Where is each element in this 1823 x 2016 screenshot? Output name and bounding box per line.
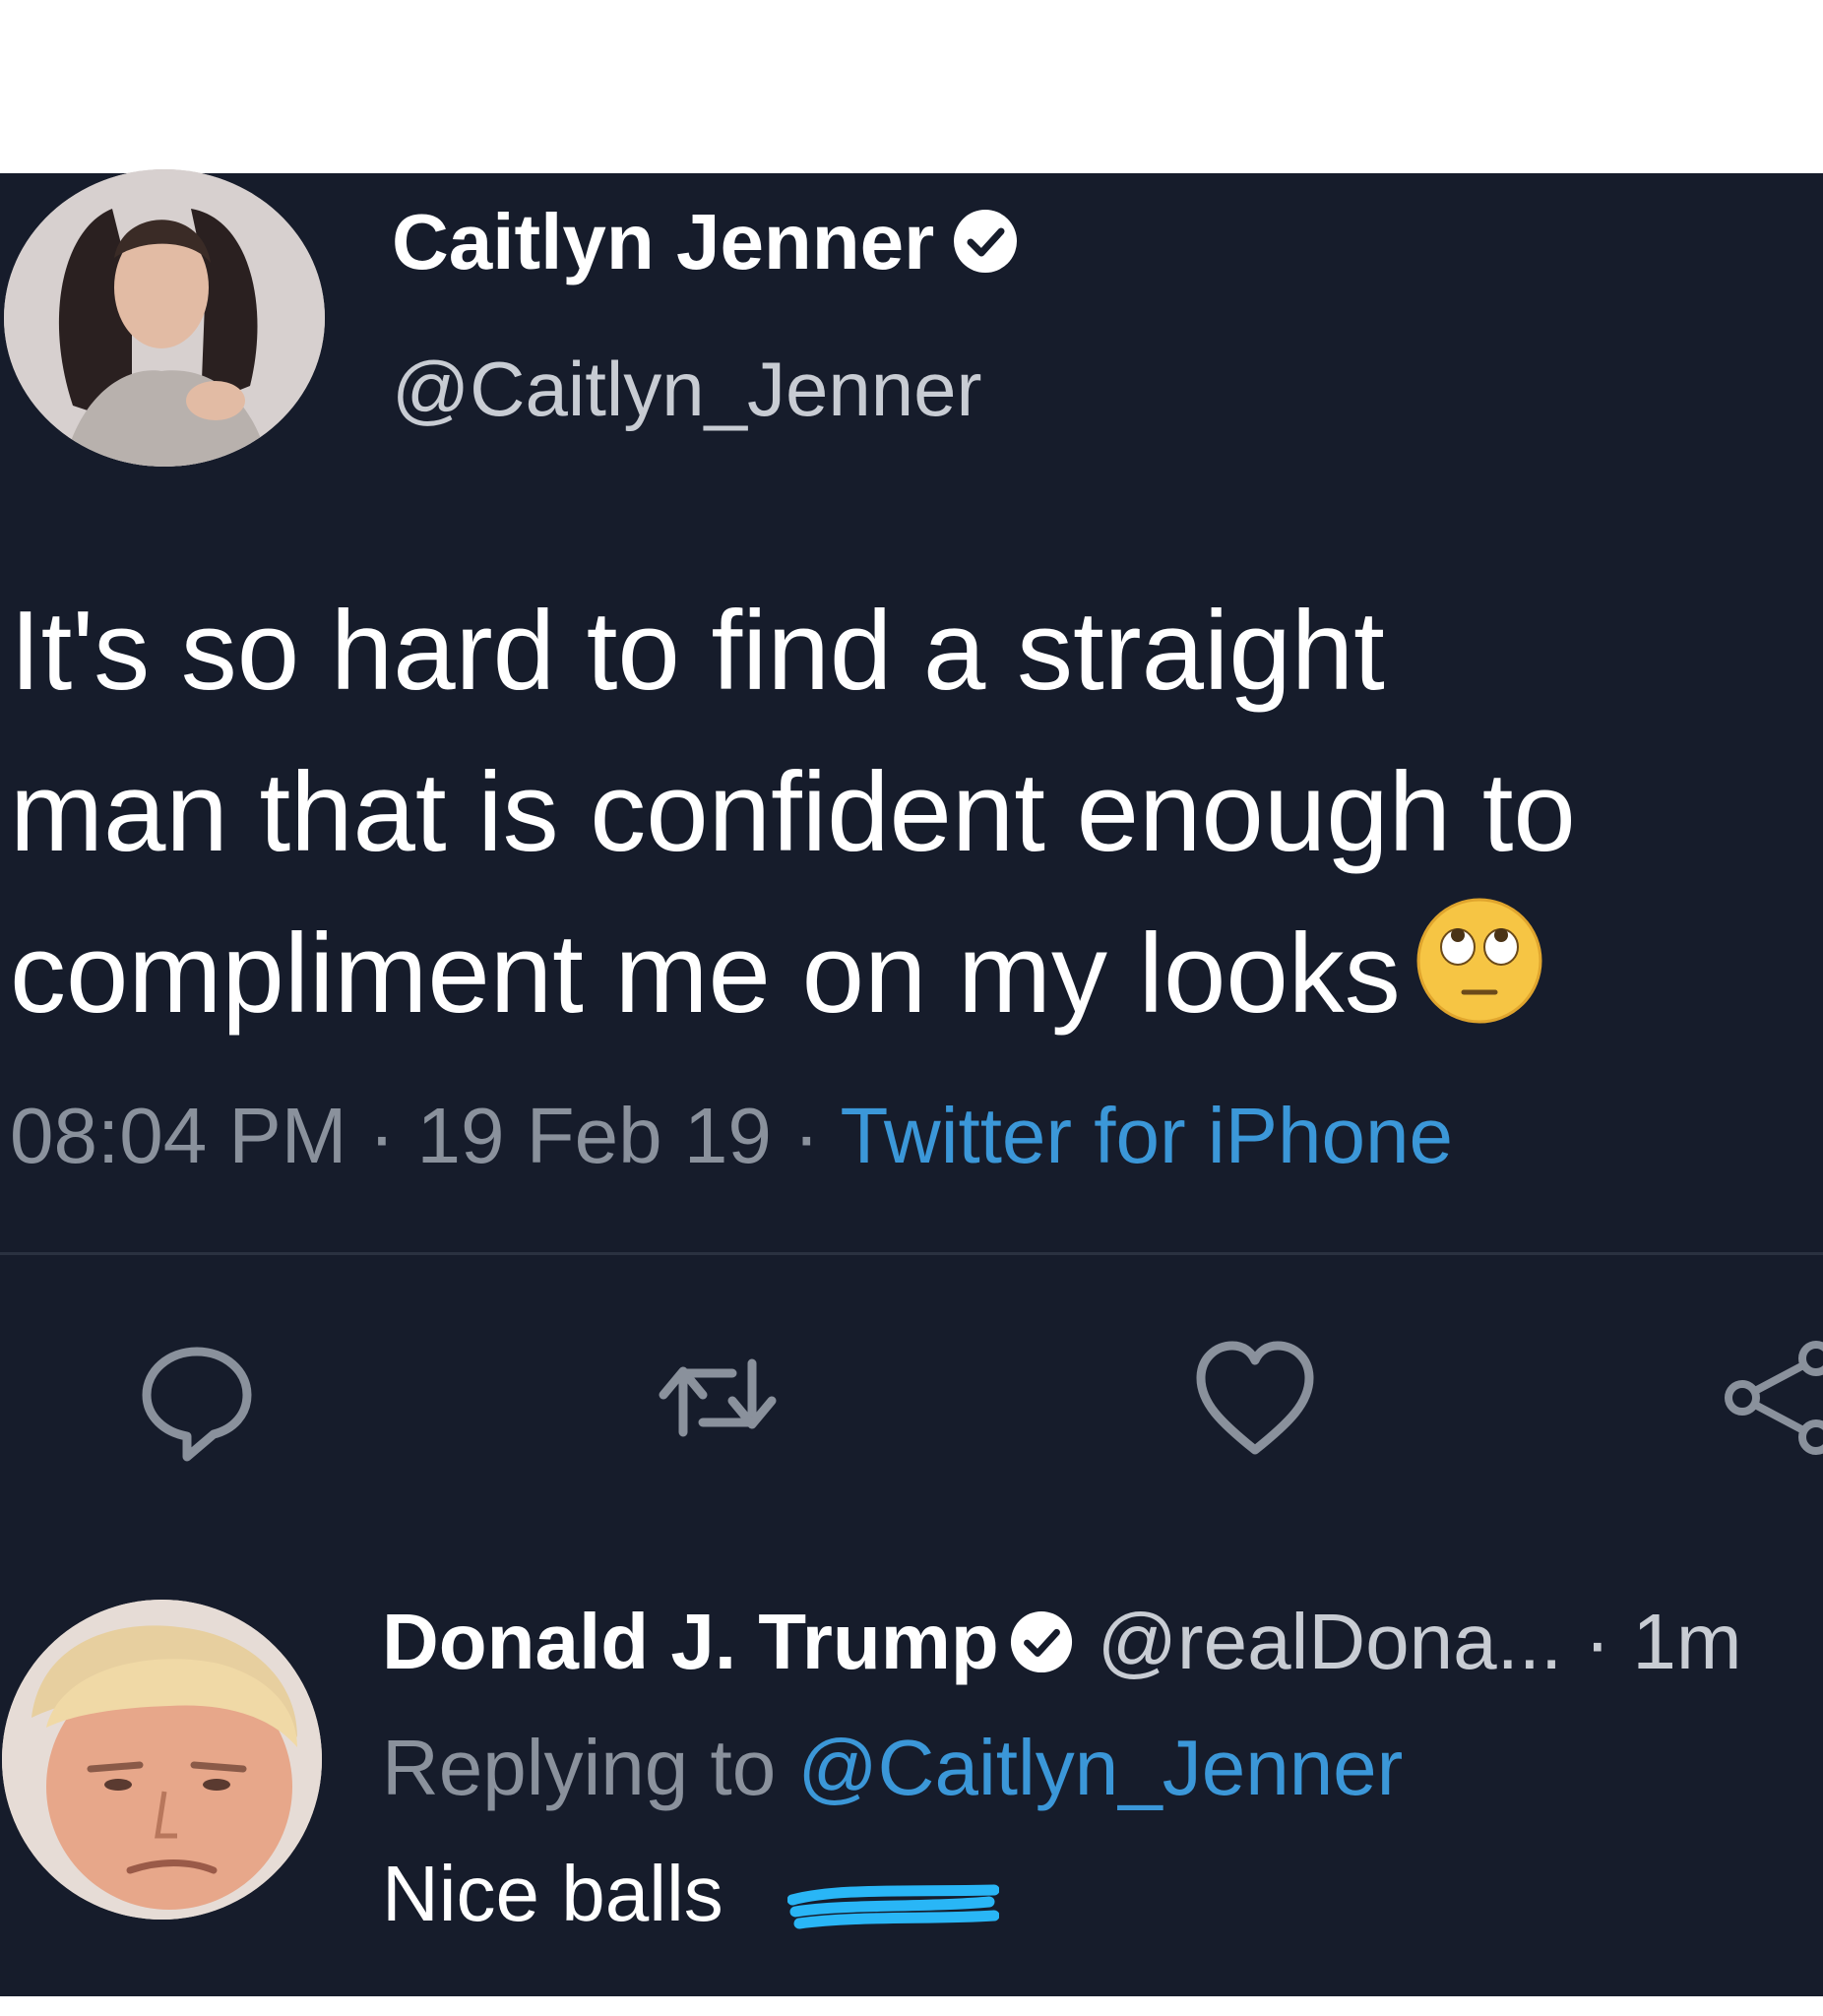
reply-author-name[interactable]: Donald J. Trump: [382, 1598, 999, 1685]
replying-to: Replying to @Caitlyn_Jenner: [382, 1723, 1403, 1813]
divider: [0, 1252, 1823, 1255]
replying-to-prefix: Replying to: [382, 1724, 777, 1811]
meta-separator-1: ·: [368, 1092, 396, 1179]
reply-age: 1m: [1632, 1598, 1742, 1685]
meta-separator-2: ·: [793, 1092, 820, 1179]
author-handle[interactable]: @Caitlyn_Jenner: [392, 345, 981, 434]
tweet-text-line-3: compliment me on my looks: [10, 894, 1821, 1069]
bottom-border: [0, 1996, 1823, 2016]
tweet-meta: 08:04 PM · 19 Feb 19 · Twitter for iPhon…: [10, 1091, 1453, 1181]
tweet-text-line-3-text: compliment me on my looks: [10, 912, 1401, 1037]
tweet-source[interactable]: Twitter for iPhone: [840, 1092, 1453, 1179]
verified-badge-icon: [952, 203, 1019, 293]
avatar-trump[interactable]: [2, 1600, 322, 1920]
reply-author-handle[interactable]: @realDona...: [1098, 1598, 1563, 1685]
tweet-text: It's so hard to find a straight man that…: [10, 571, 1821, 1069]
author-name[interactable]: Caitlyn Jenner: [392, 197, 1019, 293]
reply-separator: ·: [1584, 1598, 1611, 1685]
like-icon[interactable]: [1191, 1334, 1319, 1462]
tweet-text-line-1: It's so hard to find a straight: [10, 589, 1385, 714]
replying-to-handle[interactable]: @Caitlyn_Jenner: [797, 1724, 1403, 1811]
tweet-date[interactable]: 19 Feb 19: [417, 1092, 772, 1179]
reply-header: Donald J. Trump @realDona... · 1m: [382, 1597, 1742, 1693]
author-name-text: Caitlyn Jenner: [392, 198, 935, 285]
reply-text: Nice balls: [382, 1850, 723, 1937]
redaction-scribble: [786, 1878, 1000, 1937]
share-icon[interactable]: [1718, 1334, 1823, 1462]
reply-icon[interactable]: [133, 1334, 261, 1462]
retweet-icon[interactable]: [654, 1334, 782, 1462]
verified-badge-icon: [1009, 1603, 1074, 1693]
avatar-caitlyn[interactable]: [4, 169, 325, 467]
tweet-time: 08:04 PM: [10, 1092, 347, 1179]
tweet-text-line-2: man that is confident enough to: [10, 750, 1576, 875]
rolling-eyes-emoji-icon: [1414, 896, 1544, 1069]
